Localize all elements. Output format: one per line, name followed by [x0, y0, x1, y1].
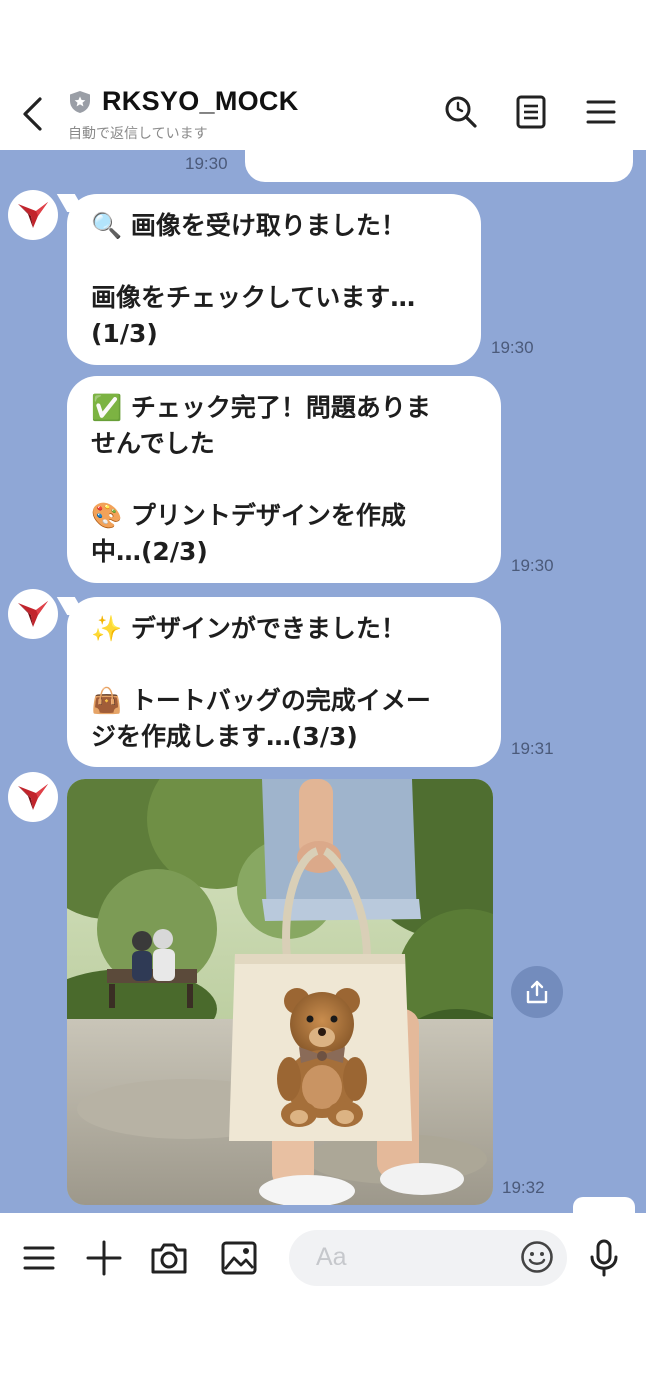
search-button[interactable] [441, 92, 481, 132]
emoji-button[interactable] [518, 1238, 556, 1276]
input-bar: Aa [0, 1213, 646, 1374]
chat-title-block[interactable]: RKSYO_MOCK 自動で返信しています [68, 86, 299, 143]
camera-icon [151, 1243, 187, 1274]
chat-header: RKSYO_MOCK 自動で返信しています [0, 0, 646, 150]
image-button[interactable] [216, 1235, 262, 1281]
message-bubble[interactable]: ✅ チェック完了！問題ありま せんでした 🎨 プリントデザインを作成 中…(2/… [67, 376, 501, 583]
chat-area[interactable]: 19:30 🔍 画像を受け取りました！ 画像をチェックしています… (1/3) … [0, 150, 646, 1213]
partial-outgoing-bubble[interactable] [245, 150, 633, 182]
camera-button[interactable] [146, 1235, 192, 1281]
scroll-down-button[interactable] [573, 1197, 635, 1213]
back-button[interactable] [14, 92, 50, 136]
share-button[interactable] [511, 966, 563, 1018]
bird-logo-icon [18, 784, 48, 810]
search-icon [445, 96, 477, 128]
menu-icon [23, 1246, 55, 1270]
message-time: 19:30 [185, 154, 228, 173]
share-icon [526, 980, 548, 1004]
photo-illustration [67, 779, 493, 1205]
message-time: 19:30 [511, 556, 554, 575]
message-text: 🔍 画像を受け取りました！ 画像をチェックしています… (1/3) [91, 211, 416, 348]
message-bubble[interactable]: ✨ デザインができました！ 👜 トートバッグの完成イメー ジを作成します…(3/… [67, 597, 501, 767]
bot-avatar[interactable] [8, 772, 58, 822]
message-time: 19:30 [491, 338, 534, 357]
message-time: 19:31 [511, 739, 554, 758]
image-icon [221, 1241, 257, 1275]
bird-logo-icon [18, 601, 48, 627]
plus-icon [86, 1240, 122, 1276]
note-icon [516, 95, 546, 129]
chat-subtitle: 自動で返信しています [68, 126, 208, 142]
menu-icon [586, 100, 616, 124]
message-input-placeholder: Aa [316, 1243, 347, 1271]
chat-title: RKSYO_MOCK [102, 86, 299, 116]
menu-button[interactable] [581, 92, 621, 132]
bot-avatar[interactable] [8, 190, 58, 240]
bird-logo-icon [18, 202, 48, 228]
message-text: ✨ デザインができました！ 👜 トートバッグの完成イメー ジを作成します…(3/… [91, 614, 431, 751]
notes-button[interactable] [511, 92, 551, 132]
message-bubble[interactable]: 🔍 画像を受け取りました！ 画像をチェックしています… (1/3) [67, 194, 481, 365]
back-icon [23, 97, 42, 131]
bot-avatar[interactable] [8, 589, 58, 639]
voice-input-button[interactable] [581, 1235, 627, 1281]
keyboard-menu-button[interactable] [16, 1235, 62, 1281]
plus-button[interactable] [81, 1235, 127, 1281]
message-text: ✅ チェック完了！問題ありま せんでした 🎨 プリントデザインを作成 中…(2/… [91, 393, 431, 566]
microphone-icon [590, 1239, 618, 1277]
emoji-icon [521, 1241, 553, 1273]
shield-icon [68, 90, 92, 114]
message-time: 19:32 [502, 1178, 545, 1197]
tote-bag-photo[interactable] [67, 779, 493, 1205]
